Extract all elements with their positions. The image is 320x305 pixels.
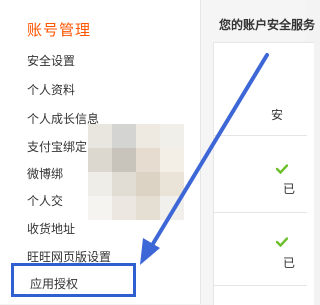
status-text: 已 — [283, 182, 296, 196]
sidebar-item-personal[interactable]: 个人交 — [27, 192, 63, 209]
row-divider — [213, 285, 307, 286]
main-content: 您的账户安全服务 安 已 已 — [201, 0, 315, 305]
row-divider — [213, 212, 307, 213]
sidebar-item-weibo-binding[interactable]: 微博绑 — [27, 165, 63, 182]
sidebar-item-shipping-address[interactable]: 收货地址 — [27, 220, 75, 237]
security-panel — [213, 42, 314, 305]
sidebar-item-alipay-binding[interactable]: 支付宝绑定 — [27, 138, 87, 155]
check-icon — [276, 164, 288, 174]
privacy-mosaic — [88, 124, 184, 220]
sidebar-item-profile[interactable]: 个人资料 — [27, 81, 75, 98]
row-divider — [213, 135, 307, 136]
section-title: 账号管理 — [27, 21, 92, 39]
check-icon — [276, 237, 288, 247]
panel-title: 您的账户安全服务 — [219, 18, 316, 32]
sidebar-item-app-authorization[interactable]: 应用授权 — [11, 263, 136, 297]
security-row-label: 安 — [271, 108, 284, 122]
sidebar-item-security-settings[interactable]: 安全设置 — [27, 52, 75, 69]
status-text: 已 — [283, 256, 296, 270]
